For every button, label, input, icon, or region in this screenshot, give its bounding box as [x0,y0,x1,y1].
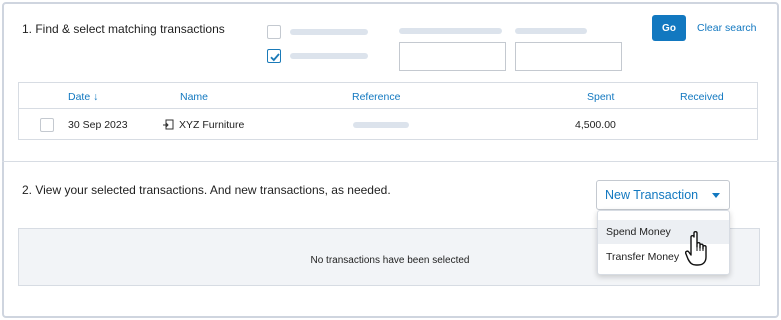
column-header-spent[interactable]: Spent [587,91,614,103]
row-reference-placeholder [353,122,409,128]
table-row[interactable]: 30 Sep 2023 XYZ Furniture 4,500.00 [19,110,757,140]
amount-from-input[interactable] [399,42,506,71]
filter-checkbox-2[interactable] [267,49,281,63]
find-section-title: 1. Find & select matching transactions [22,22,225,36]
filter-label-placeholder-2 [290,53,368,59]
row-spent: 4,500.00 [575,119,616,131]
hand-pointer-icon [684,230,717,275]
amount-label-placeholder [399,28,502,34]
row-date: 30 Sep 2023 [68,119,128,131]
go-button[interactable]: Go [652,15,686,41]
column-header-name[interactable]: Name [180,91,208,103]
checkmark-icon [270,53,280,62]
chevron-down-icon [712,193,720,198]
transaction-link-icon [162,118,175,136]
new-transaction-button[interactable]: New Transaction [596,180,730,210]
transactions-table: Date ↓ Name Reference Spent Received 30 … [18,82,758,140]
column-header-date[interactable]: Date ↓ [68,91,98,103]
range-label-placeholder [515,28,587,34]
table-header: Date ↓ Name Reference Spent Received [19,83,757,109]
column-header-reference[interactable]: Reference [352,91,400,103]
clear-search-link[interactable]: Clear search [697,22,757,34]
section-divider [2,161,779,162]
filter-checkbox-1[interactable] [267,25,281,39]
selected-section-title: 2. View your selected transactions. And … [22,183,391,197]
column-header-received[interactable]: Received [680,91,724,103]
row-name: XYZ Furniture [179,119,245,131]
new-transaction-label: New Transaction [605,188,699,202]
row-select-checkbox[interactable] [40,118,54,132]
amount-to-input[interactable] [515,42,622,71]
filter-label-placeholder-1 [290,29,368,35]
